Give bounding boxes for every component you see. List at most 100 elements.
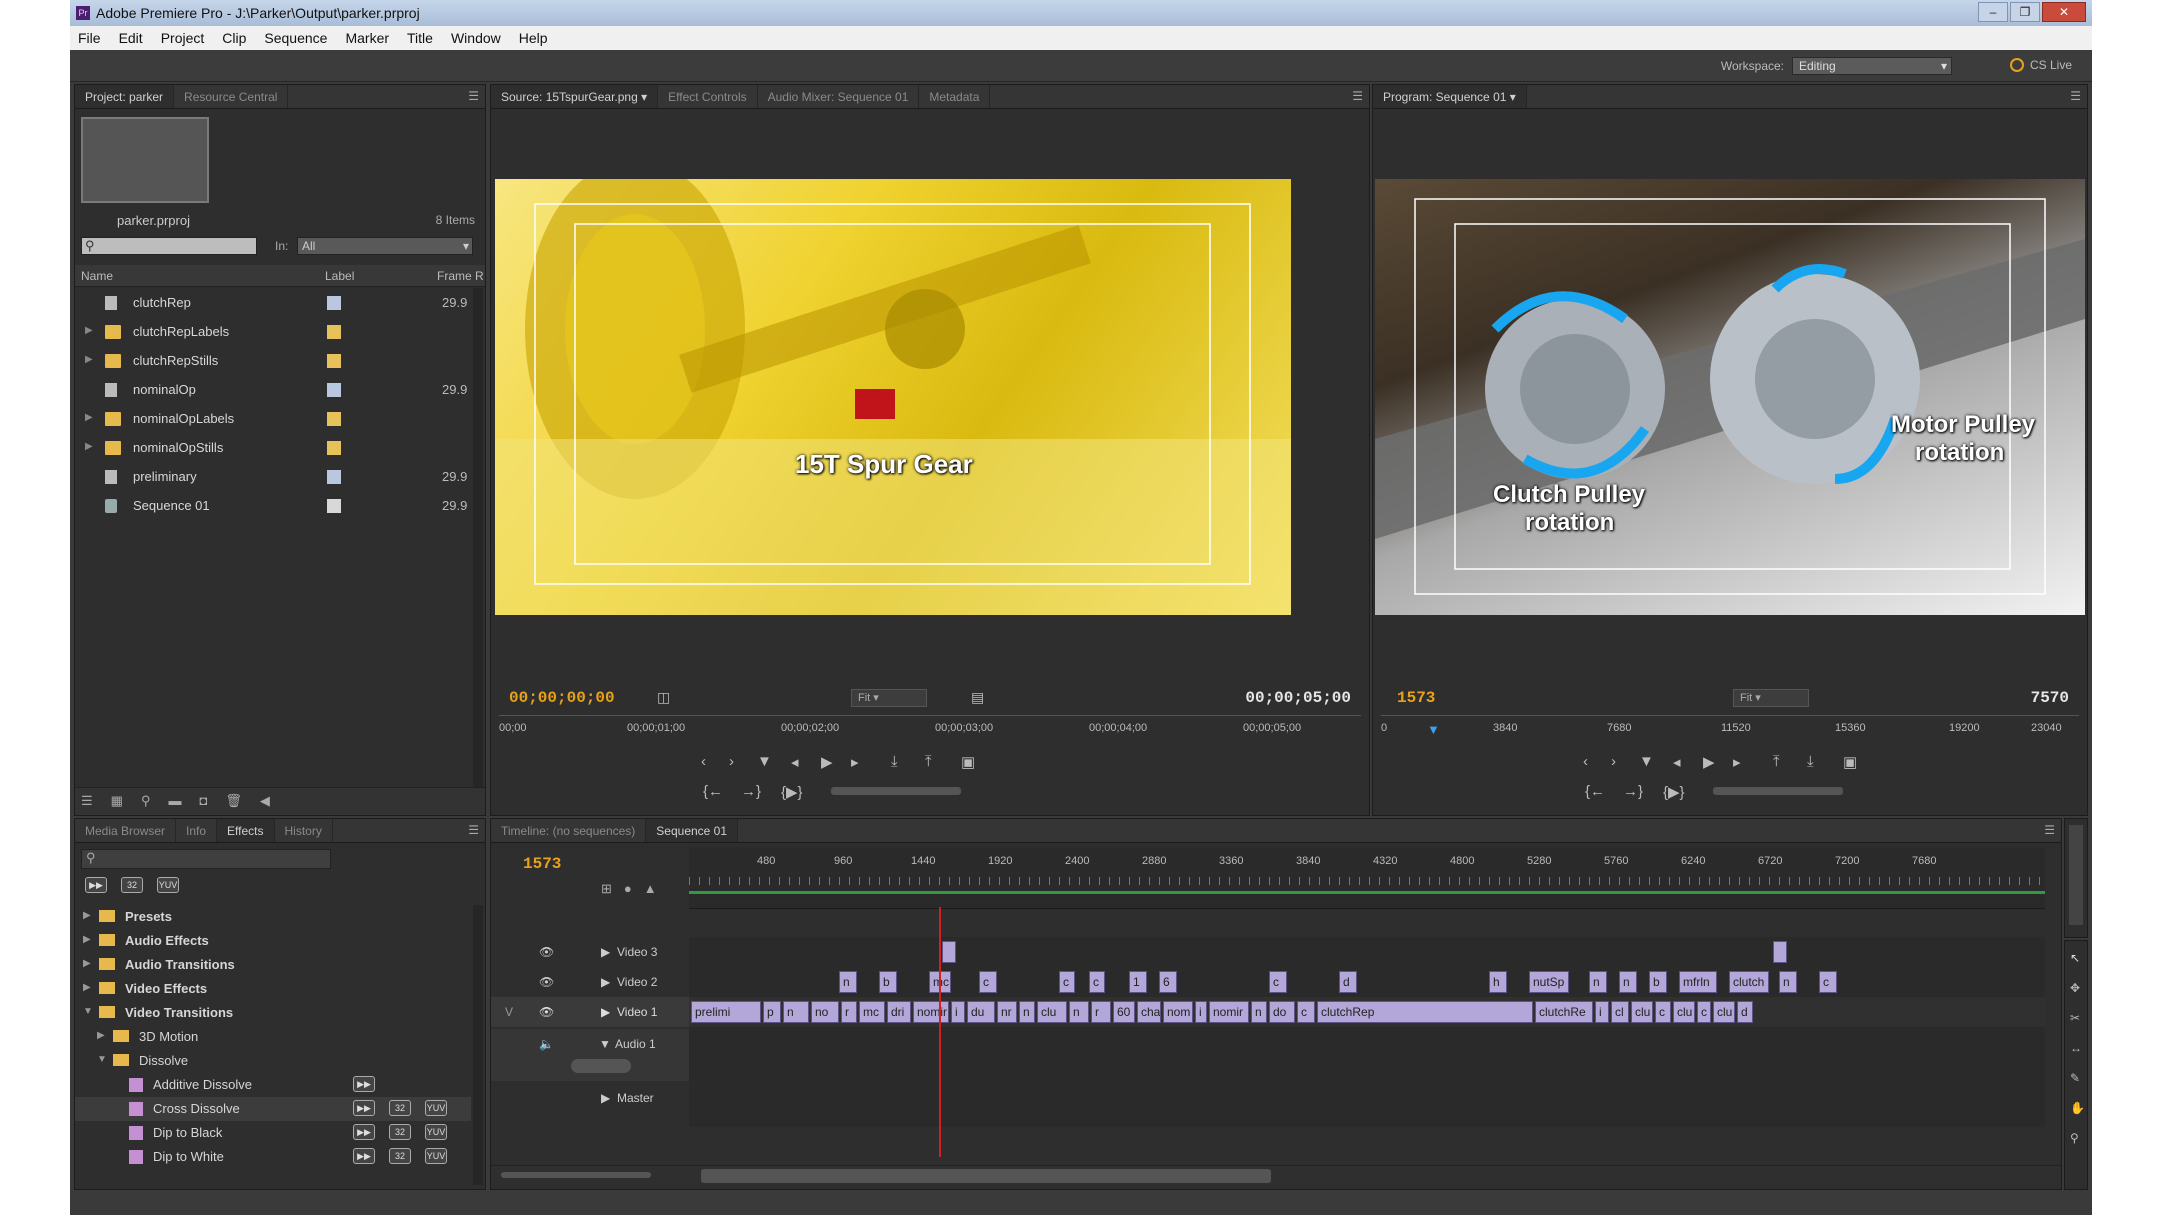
mark-out-icon[interactable]: › bbox=[1611, 753, 1616, 770]
expand-triangle-icon[interactable]: ▶ bbox=[601, 1005, 610, 1019]
timeline-clip[interactable]: cha bbox=[1137, 1001, 1161, 1023]
timeline-clip[interactable]: mc bbox=[859, 1001, 885, 1023]
effects-folder-video-effects[interactable]: ▶ Video Effects bbox=[75, 977, 471, 1001]
eye-icon[interactable]: 👁 bbox=[539, 945, 554, 959]
play-stop-icon[interactable]: ▶ bbox=[821, 753, 833, 771]
timeline-clip[interactable]: cl bbox=[1611, 1001, 1629, 1023]
timeline-clip[interactable]: c bbox=[1059, 971, 1075, 993]
scroll-left-icon[interactable]: ◀ bbox=[260, 793, 270, 810]
project-item-clutchreplabels[interactable]: ▶ clutchRepLabels bbox=[75, 317, 471, 346]
menu-help[interactable]: Help bbox=[519, 30, 548, 46]
expand-triangle-icon[interactable]: ▶ bbox=[85, 325, 93, 336]
accelerated-effects-icon[interactable]: ▶▶ bbox=[85, 877, 107, 893]
timeline-clip[interactable]: clu bbox=[1713, 1001, 1735, 1023]
snap-icon[interactable]: ⊞ bbox=[601, 881, 612, 897]
timeline-clip[interactable]: c bbox=[1819, 971, 1837, 993]
timeline-clip[interactable]: clutch bbox=[1729, 971, 1769, 993]
effects-folder-audio-transitions[interactable]: ▶ Audio Transitions bbox=[75, 953, 471, 977]
timeline-clip[interactable]: clutchRep bbox=[1317, 1001, 1533, 1023]
timeline-clip[interactable]: clu bbox=[1631, 1001, 1653, 1023]
program-video-frame[interactable]: Clutch Pulley rotation Motor Pulley rota… bbox=[1375, 179, 2085, 615]
tab-metadata[interactable]: Metadata bbox=[919, 85, 991, 108]
step-back-icon[interactable]: ◂ bbox=[1673, 753, 1681, 771]
panel-menu-icon[interactable]: ☰ bbox=[468, 89, 479, 103]
timeline-clip[interactable]: r bbox=[1091, 1001, 1111, 1023]
extract-icon[interactable]: ⤓ bbox=[1807, 753, 1814, 770]
effect-cross-dissolve[interactable]: Cross Dissolve ▶▶ 32 YUV bbox=[75, 1097, 471, 1121]
play-in-to-out-icon[interactable]: {▶} bbox=[1663, 783, 1685, 801]
tab-timeline-no-sequences[interactable]: Timeline: (no sequences) bbox=[491, 819, 647, 842]
menu-sequence[interactable]: Sequence bbox=[264, 30, 327, 46]
expand-triangle-icon[interactable]: ▶ bbox=[83, 934, 91, 945]
project-item-nominalop[interactable]: nominalOp 29.9 bbox=[75, 375, 471, 404]
timeline-clip[interactable]: nomir bbox=[1209, 1001, 1249, 1023]
collapse-triangle-icon[interactable]: ▼ bbox=[83, 1006, 93, 1017]
project-item-nominalopstills[interactable]: ▶ nominalOpStills bbox=[75, 433, 471, 462]
timeline-clip[interactable]: n bbox=[1589, 971, 1607, 993]
timeline-clip[interactable]: mfrln bbox=[1679, 971, 1717, 993]
lift-icon[interactable]: ⤒ bbox=[1773, 753, 1780, 770]
column-frame-rate[interactable]: Frame R bbox=[437, 269, 484, 283]
program-fit-select[interactable]: Fit ▾ bbox=[1733, 689, 1809, 707]
menu-edit[interactable]: Edit bbox=[119, 30, 143, 46]
razor-tool-icon[interactable]: ✂ bbox=[2070, 1011, 2080, 1025]
32bit-effects-icon[interactable]: 32 bbox=[121, 877, 143, 893]
timeline-clip[interactable]: nom bbox=[1163, 1001, 1193, 1023]
go-to-out-icon[interactable]: →} bbox=[1623, 783, 1643, 800]
timeline-clip[interactable]: nr bbox=[997, 1001, 1017, 1023]
find-icon[interactable]: ⚲ bbox=[141, 793, 151, 810]
timeline-clip[interactable]: h bbox=[1489, 971, 1507, 993]
expand-triangle-icon[interactable]: ▶ bbox=[85, 354, 93, 365]
timeline-clip[interactable]: n bbox=[1019, 1001, 1035, 1023]
expand-triangle-icon[interactable]: ▶ bbox=[601, 945, 610, 959]
project-scrollbar[interactable] bbox=[473, 288, 483, 788]
step-back-icon[interactable]: ◂ bbox=[791, 753, 799, 771]
set-encore-marker-icon[interactable]: ● bbox=[624, 881, 632, 897]
panel-menu-icon[interactable]: ☰ bbox=[2070, 89, 2081, 103]
track-header-video-1[interactable]: V 👁 ▶ Video 1 bbox=[491, 997, 689, 1027]
effects-folder-audio-effects[interactable]: ▶ Audio Effects bbox=[75, 929, 471, 953]
go-to-in-icon[interactable]: {← bbox=[1585, 783, 1605, 800]
effects-folder-dissolve[interactable]: ▼ Dissolve bbox=[75, 1049, 471, 1073]
source-video-frame[interactable]: 15T Spur Gear bbox=[495, 179, 1291, 615]
track-header-audio-1[interactable]: 🔈 ▼ Audio 1 bbox=[491, 1029, 689, 1081]
project-search-input[interactable]: ⚲ bbox=[81, 237, 257, 255]
mark-out-icon[interactable]: › bbox=[729, 753, 734, 770]
mark-in-icon[interactable]: ‹ bbox=[1583, 753, 1588, 770]
timeline-clip[interactable] bbox=[1773, 941, 1787, 963]
step-forward-icon[interactable]: ▸ bbox=[851, 753, 859, 771]
step-forward-icon[interactable]: ▸ bbox=[1733, 753, 1741, 771]
insert-icon[interactable]: ⤓ bbox=[891, 753, 898, 770]
column-label[interactable]: Label bbox=[325, 269, 354, 283]
effects-folder-presets[interactable]: ▶ Presets bbox=[75, 905, 471, 929]
source-current-timecode[interactable]: 00;00;00;00 bbox=[509, 689, 615, 707]
effects-folder-3d-motion[interactable]: ▶ 3D Motion bbox=[75, 1025, 471, 1049]
timeline-clip[interactable]: c bbox=[1297, 1001, 1315, 1023]
source-time-ruler[interactable]: 00;00 00;00;01;00 00;00;02;00 00;00;03;0… bbox=[499, 715, 1361, 735]
tab-media-browser[interactable]: Media Browser bbox=[75, 819, 177, 842]
timeline-clip[interactable]: d bbox=[1737, 1001, 1753, 1023]
timeline-clip[interactable]: dri bbox=[887, 1001, 911, 1023]
tab-program[interactable]: Program: Sequence 01 ▾ bbox=[1373, 85, 1527, 108]
close-button[interactable]: ✕ bbox=[2042, 2, 2086, 22]
timeline-clip[interactable]: c bbox=[1697, 1001, 1711, 1023]
timeline-ruler[interactable]: 480 960 1440 1920 2400 2880 3360 3840 43… bbox=[689, 847, 2045, 909]
in-select[interactable]: All ▾ bbox=[297, 237, 473, 255]
timeline-clip[interactable] bbox=[942, 941, 956, 963]
timeline-clip[interactable]: nomir bbox=[913, 1001, 949, 1023]
menu-file[interactable]: File bbox=[78, 30, 101, 46]
tab-audio-mixer[interactable]: Audio Mixer: Sequence 01 bbox=[758, 85, 920, 108]
timeline-clip[interactable]: n bbox=[1779, 971, 1797, 993]
tab-info[interactable]: Info bbox=[176, 819, 218, 842]
expand-triangle-icon[interactable]: ▶ bbox=[85, 441, 93, 452]
label-swatch[interactable] bbox=[327, 441, 341, 455]
collapse-triangle-icon[interactable]: ▼ bbox=[599, 1037, 611, 1051]
label-swatch[interactable] bbox=[327, 470, 341, 484]
expand-triangle-icon[interactable]: ▶ bbox=[601, 975, 610, 989]
timeline-clip[interactable]: r bbox=[841, 1001, 857, 1023]
timeline-clip[interactable]: c bbox=[1269, 971, 1287, 993]
ripple-edit-tool-icon[interactable]: ✥ bbox=[2070, 981, 2080, 995]
source-track-indicator[interactable]: V bbox=[505, 1005, 513, 1019]
effects-search-input[interactable]: ⚲ bbox=[81, 849, 331, 869]
effects-scrollbar[interactable] bbox=[473, 905, 483, 1185]
